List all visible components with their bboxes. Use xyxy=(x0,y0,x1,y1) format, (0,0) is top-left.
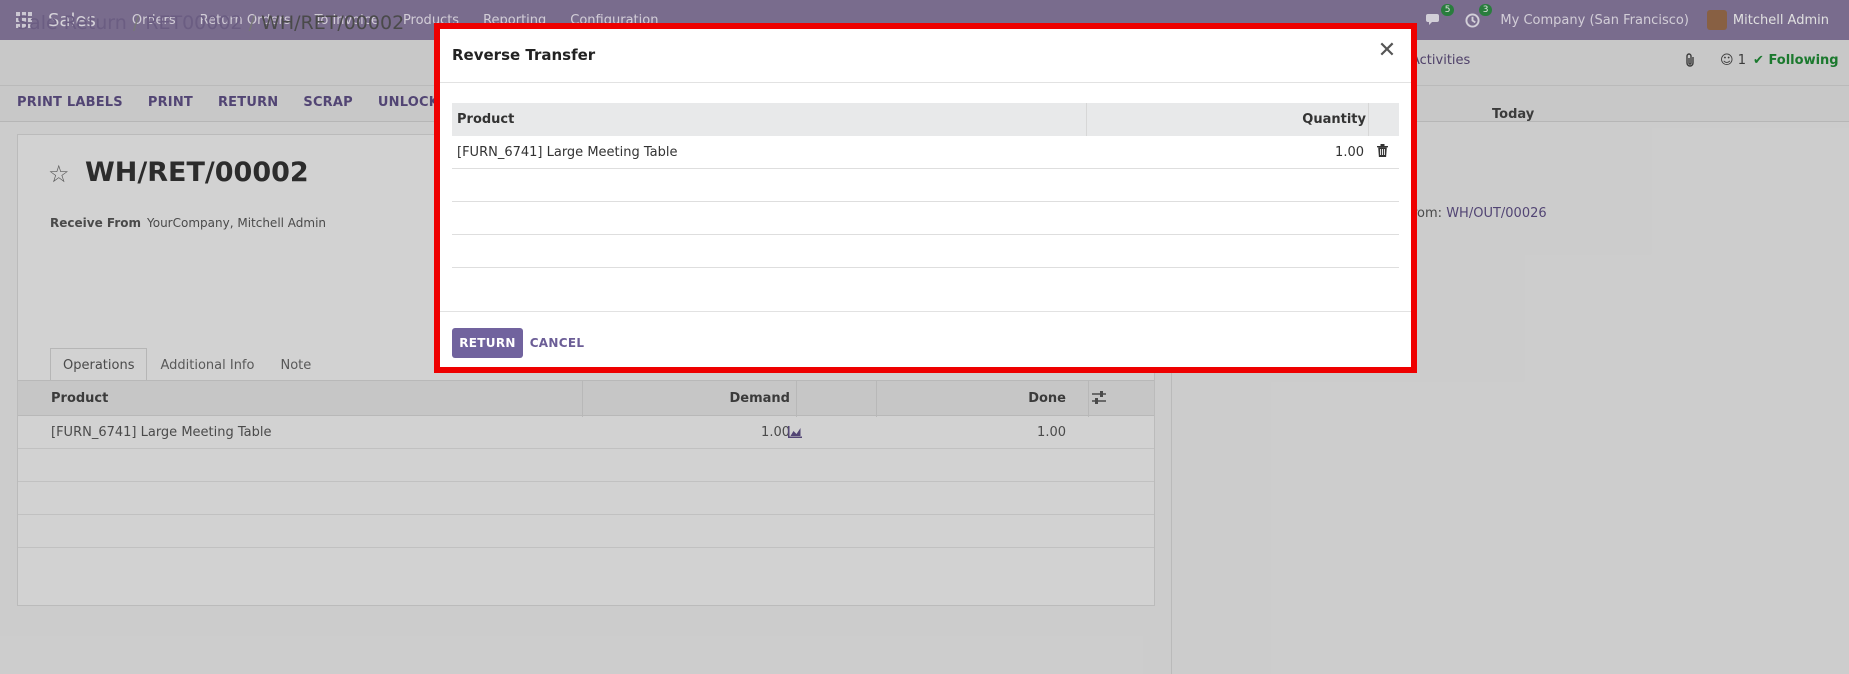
trash-icon[interactable] xyxy=(1377,144,1389,158)
table-row xyxy=(452,235,1399,268)
return-button[interactable]: RETURN xyxy=(452,328,523,358)
return-line-product[interactable]: [FURN_6741] Large Meeting Table xyxy=(457,145,677,160)
reverse-transfer-dialog: Reverse Transfer ✕ Product Quantity [FUR… xyxy=(434,23,1417,373)
modal-footer: RETURN CANCEL xyxy=(440,311,1411,373)
modal-body: Product Quantity [FURN_6741] Large Meeti… xyxy=(440,83,1411,311)
column-product[interactable]: Product xyxy=(457,112,514,127)
modal-title: Reverse Transfer xyxy=(452,46,596,64)
return-line-quantity[interactable]: 1.00 xyxy=(1335,145,1364,160)
return-lines-header: Product Quantity xyxy=(452,103,1399,136)
table-row xyxy=(452,169,1399,202)
cancel-button[interactable]: CANCEL xyxy=(522,328,592,358)
table-row xyxy=(452,202,1399,235)
modal-header: Reverse Transfer ✕ xyxy=(440,29,1411,83)
return-lines-table: Product Quantity [FURN_6741] Large Meeti… xyxy=(452,103,1399,268)
column-quantity[interactable]: Quantity xyxy=(1302,112,1366,127)
close-icon[interactable]: ✕ xyxy=(1375,39,1399,63)
table-row[interactable]: [FURN_6741] Large Meeting Table 1.00 xyxy=(452,136,1399,169)
